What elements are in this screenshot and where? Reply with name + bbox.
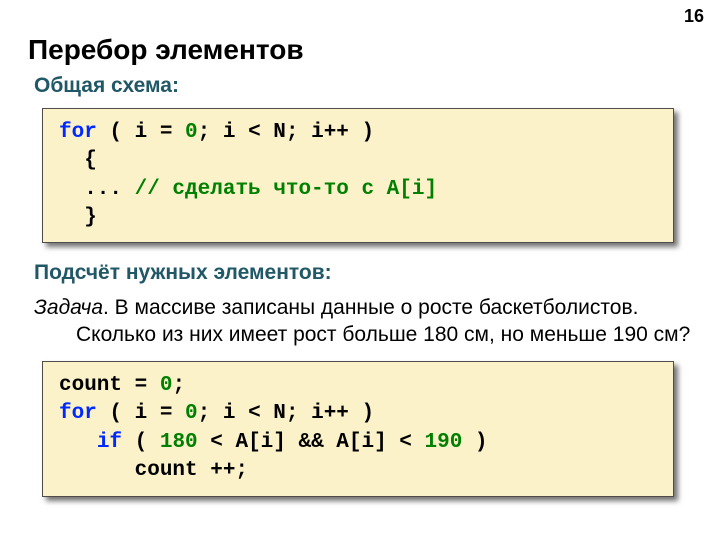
code-text: < <box>387 431 425 454</box>
code-text: < <box>235 402 273 425</box>
code-text: ( <box>122 431 160 454</box>
code-number: 190 <box>425 431 463 454</box>
keyword-for: for <box>59 121 97 144</box>
code-text: ( i <box>97 402 147 425</box>
code-text: ... <box>59 178 135 201</box>
code-text: = <box>147 402 185 425</box>
code-block-general: for ( i = 0; i < N; i++ ) { ... // сдела… <box>42 108 674 243</box>
code-number: 180 <box>160 431 198 454</box>
code-number: 0 <box>160 374 173 397</box>
code-text: N; i++ ) <box>273 121 374 144</box>
code-text: count <box>59 374 122 397</box>
code-text: = <box>147 121 185 144</box>
code-text: < <box>235 121 273 144</box>
code-text: } <box>59 206 97 229</box>
code-number: 0 <box>185 402 198 425</box>
code-text: ( i <box>97 121 147 144</box>
code-text: = <box>122 374 160 397</box>
keyword-if: if <box>97 431 122 454</box>
code-text: ) <box>462 431 487 454</box>
task-text: . В массиве записаны данные о росте баск… <box>76 296 690 346</box>
slide-title: Перебор элементов <box>28 34 692 66</box>
subheading-counting: Подсчёт нужных элементов: <box>34 261 692 285</box>
task-label: Задача <box>34 296 103 319</box>
code-text: < <box>198 431 236 454</box>
code-block-count: count = 0; for ( i = 0; i < N; i++ ) if … <box>42 361 674 496</box>
code-text: ; i <box>198 121 236 144</box>
keyword-for: for <box>59 402 97 425</box>
slide: 16 Перебор элементов Общая схема: for ( … <box>0 0 720 540</box>
subheading-general-scheme: Общая схема: <box>34 74 692 98</box>
code-text: A[i] && A[i] <box>235 431 386 454</box>
code-text: N; i++ ) <box>273 402 374 425</box>
code-text: ; <box>172 374 185 397</box>
code-text: ; i <box>198 402 236 425</box>
task-paragraph: Задача. В массиве записаны данные о рост… <box>34 295 692 349</box>
page-number: 16 <box>684 6 704 27</box>
code-comment: // сделать что-то с A[i] <box>135 178 437 201</box>
code-text: count ++; <box>59 459 248 482</box>
code-number: 0 <box>185 121 198 144</box>
code-text: { <box>59 149 97 172</box>
